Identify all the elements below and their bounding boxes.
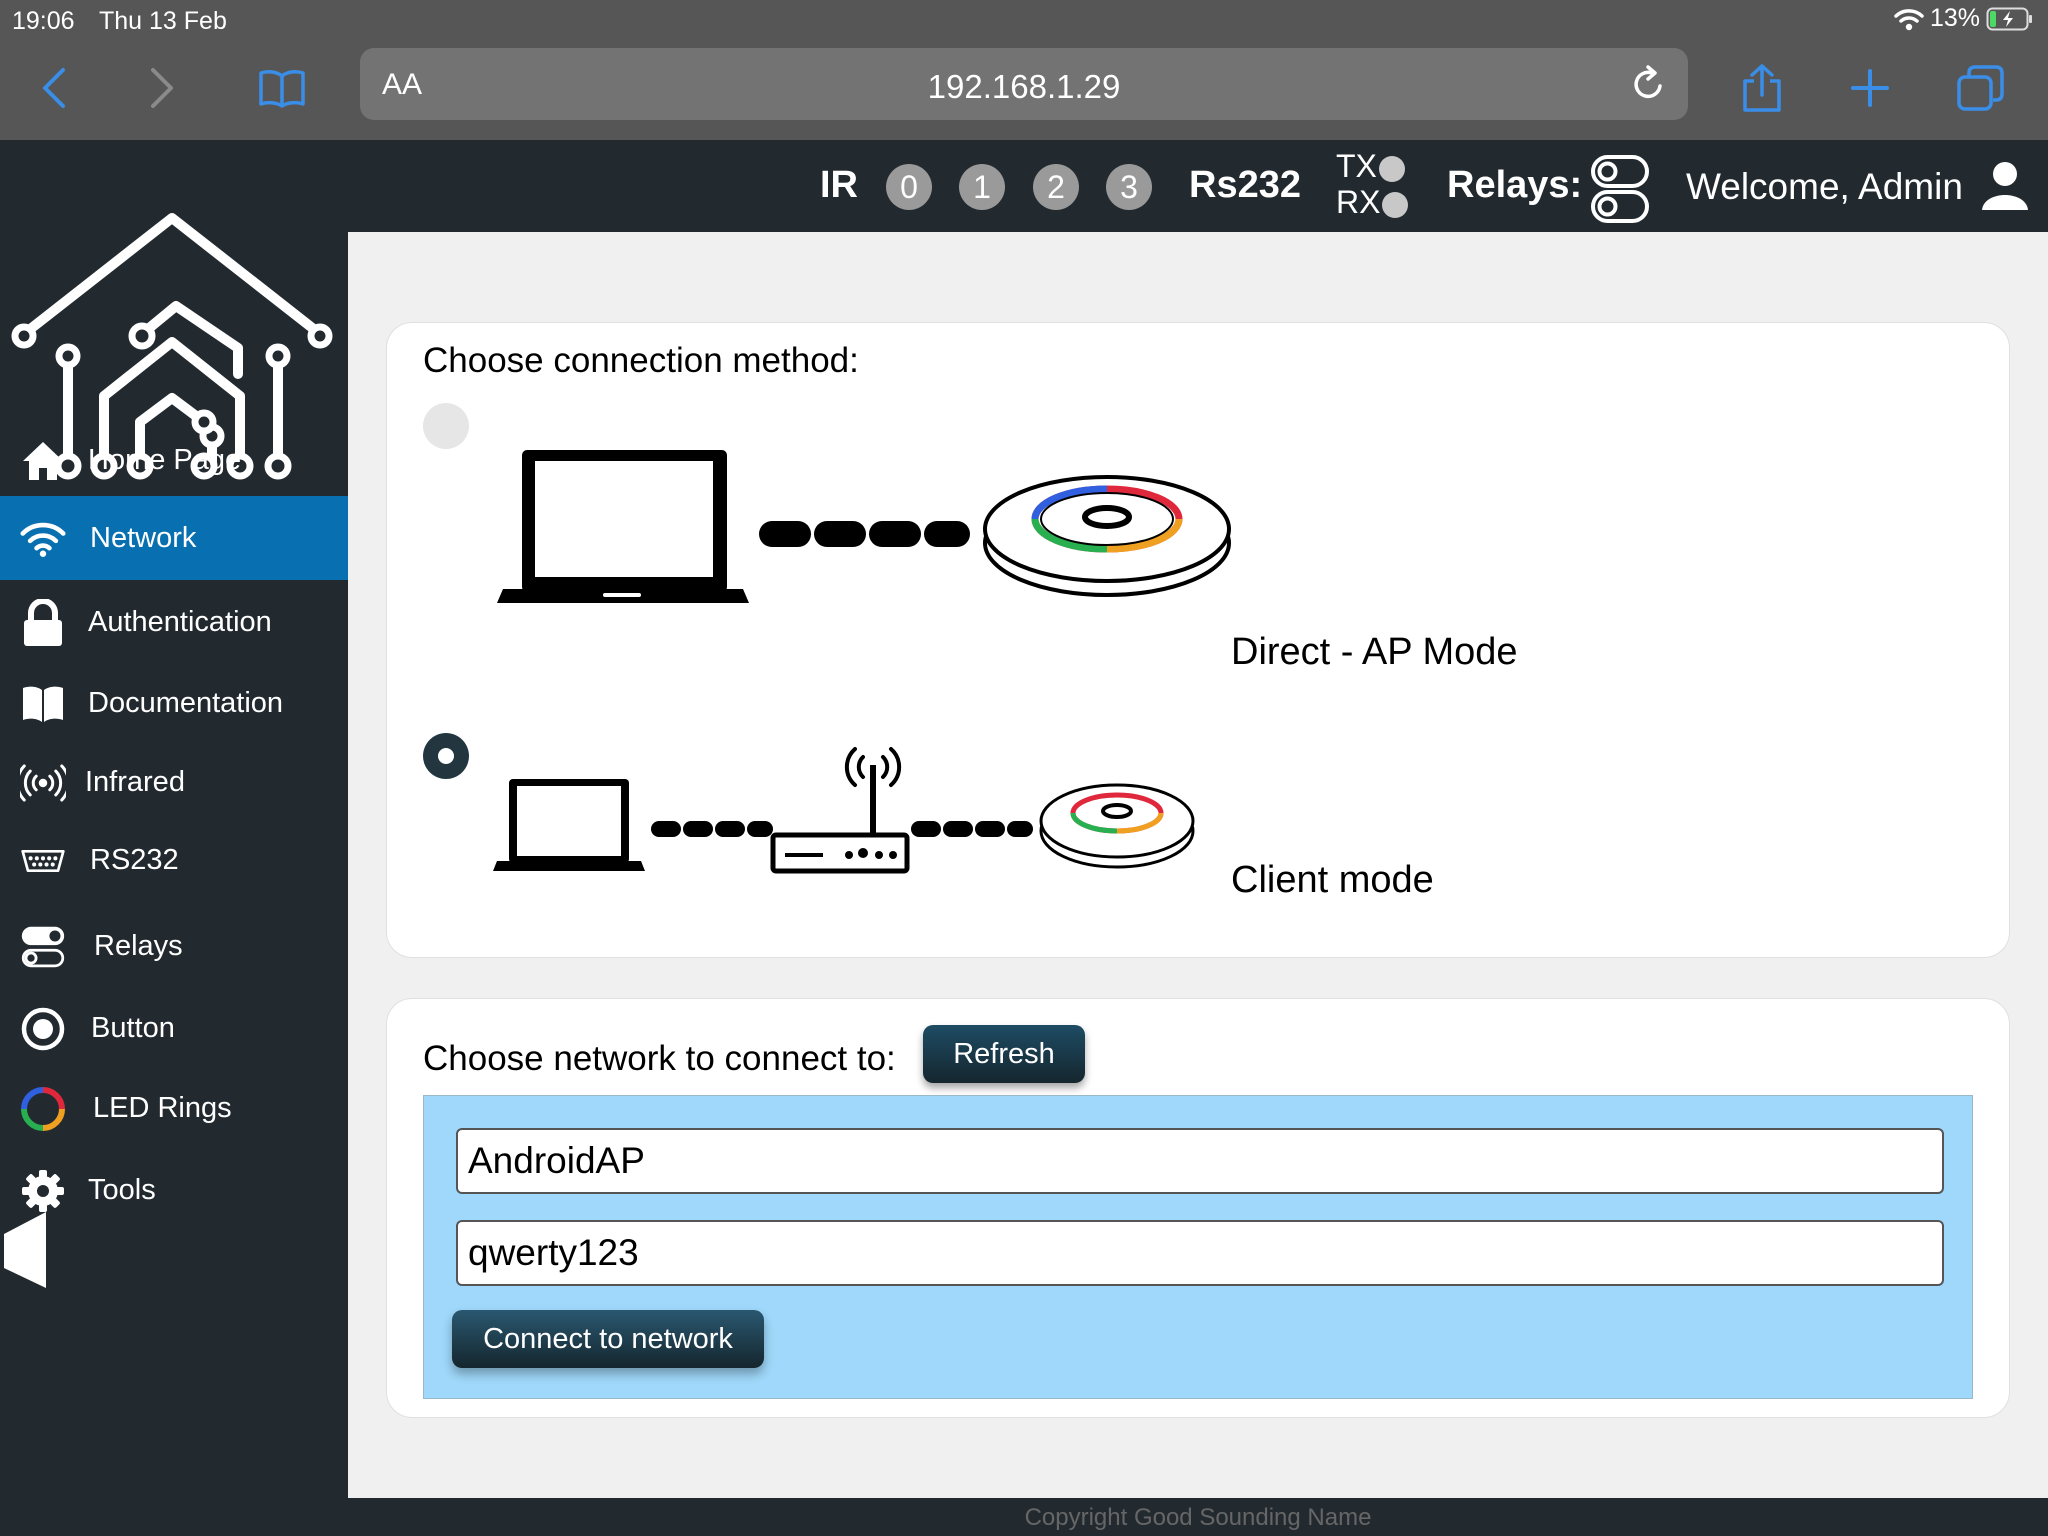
sidebar-item-label: Home Page: [88, 444, 242, 476]
connection-method-title: Choose connection method:: [423, 341, 859, 380]
router-icon: [770, 747, 910, 874]
sidebar-item-label: Infrared: [85, 766, 185, 798]
ir-channel-2: 2: [1033, 164, 1079, 210]
ir-channel-1: 1: [959, 164, 1005, 210]
client-mode-diagram: [493, 747, 1195, 874]
sidebar-item-label: Documentation: [88, 687, 284, 719]
infrared-icon: [20, 760, 66, 806]
tx-indicator: TX: [1336, 148, 1405, 185]
sidebar: Home Page Network Authentication Documen…: [0, 213, 354, 1536]
sidebar-item-authentication[interactable]: Authentication: [0, 580, 354, 664]
reload-icon: [1634, 65, 1662, 99]
client-mode-radio[interactable]: [423, 733, 469, 779]
laptop-icon: [493, 779, 645, 871]
footer: Copyright Good Sounding Name: [348, 1498, 2048, 1536]
lock-icon: [20, 599, 66, 646]
cable-icon: [651, 821, 773, 837]
battery-charging-icon: [1986, 7, 2032, 30]
toggle-icon: [20, 924, 66, 970]
password-field[interactable]: [456, 1220, 1944, 1286]
ap-mode-diagram: [497, 450, 1231, 603]
serial-port-icon: [20, 838, 66, 884]
sidebar-item-documentation[interactable]: Documentation: [0, 661, 354, 745]
home-icon: [20, 438, 66, 484]
rx-led: [1382, 191, 1409, 218]
welcome-text: Welcome, Admin: [1686, 166, 1963, 207]
wifi-status-icon: [1894, 8, 1924, 30]
sidebar-item-label: Authentication: [88, 606, 272, 638]
color-ring-icon: [20, 1086, 66, 1132]
ap-mode-radio[interactable]: [423, 403, 469, 449]
sidebar-item-button[interactable]: Button: [0, 986, 354, 1070]
user-icon[interactable]: [1980, 160, 2030, 210]
ceiling-device-icon: [983, 475, 1231, 597]
battery-percent: 13%: [1929, 4, 1980, 32]
sidebar-item-led-rings[interactable]: LED Rings: [0, 1066, 354, 1150]
back-button[interactable]: [24, 58, 84, 118]
tabs-icon: [1957, 65, 2004, 111]
reload-button[interactable]: [1630, 64, 1668, 109]
sidebar-item-rs232[interactable]: RS232: [0, 818, 354, 902]
sidebar-item-label: LED Rings: [93, 1092, 232, 1124]
sidebar-item-infrared[interactable]: Infrared: [0, 740, 354, 824]
bookmarks-button[interactable]: [252, 58, 312, 118]
connect-to-network-button[interactable]: Connect to network: [452, 1310, 764, 1368]
cable-icon: [759, 521, 970, 547]
relays-toggle-icon: [1591, 155, 1649, 223]
rs232-label: Rs232: [1189, 164, 1301, 206]
cable-icon: [911, 821, 1033, 837]
rx-indicator: RX: [1336, 184, 1409, 221]
sidebar-item-label: Network: [90, 522, 197, 554]
ceiling-device-icon: [1039, 783, 1195, 869]
sidebar-item-label: Button: [91, 1012, 175, 1044]
sidebar-item-tools[interactable]: Tools: [0, 1148, 354, 1232]
collapse-sidebar-tab[interactable]: [0, 1206, 52, 1294]
relays-label: Relays:: [1447, 164, 1583, 206]
status-time: 19:06: [12, 7, 75, 35]
sidebar-item-label: RS232: [90, 844, 179, 876]
ssid-field[interactable]: [456, 1128, 1944, 1194]
forward-button[interactable]: [132, 58, 192, 118]
network-form: Connect to network: [423, 1095, 1973, 1399]
book-icon: [259, 70, 305, 108]
status-date: Thu 13 Feb: [99, 7, 227, 35]
laptop-icon: [497, 450, 749, 603]
share-icon: [1743, 64, 1781, 112]
ap-mode-label: Direct - AP Mode: [1231, 631, 1518, 673]
main-content: Choose connection method: Direct - AP Mo…: [348, 232, 2048, 1498]
plus-icon: [1851, 69, 1889, 107]
sidebar-item-label: Relays: [94, 930, 183, 962]
ir-channel-0: 0: [886, 164, 932, 210]
new-tab-button[interactable]: [1840, 58, 1900, 118]
rx-label: RX: [1336, 184, 1381, 220]
client-mode-label: Client mode: [1231, 859, 1434, 901]
address-bar[interactable]: AA 192.168.1.29: [360, 48, 1688, 120]
chevron-right-icon: [151, 68, 173, 108]
sidebar-item-network[interactable]: Network: [0, 496, 354, 580]
browser-toolbar: AA 192.168.1.29: [0, 40, 2048, 140]
button-icon: [20, 1006, 66, 1052]
sidebar-item-relays[interactable]: Relays: [0, 904, 354, 988]
share-button[interactable]: [1732, 58, 1792, 118]
ir-label: IR: [820, 164, 858, 206]
sidebar-item-label: Tools: [88, 1174, 156, 1206]
tabs-button[interactable]: [1950, 58, 2010, 118]
book-icon: [20, 681, 66, 727]
network-selection-card: Choose network to connect to: Refresh Co…: [386, 998, 2010, 1418]
tx-label: TX: [1336, 148, 1377, 184]
network-selection-title: Choose network to connect to:: [423, 1039, 896, 1078]
tx-led: [1378, 155, 1405, 182]
chevron-left-icon: [43, 68, 65, 108]
sidebar-item-home[interactable]: Home Page: [0, 418, 354, 502]
refresh-button[interactable]: Refresh: [923, 1025, 1085, 1083]
ir-channel-3: 3: [1106, 164, 1152, 210]
connection-method-card: Choose connection method: Direct - AP Mo…: [386, 322, 2010, 958]
url-text: 192.168.1.29: [927, 68, 1121, 105]
status-bar: 19:06 Thu 13 Feb 13%: [0, 0, 2048, 40]
wifi-icon: [20, 516, 66, 562]
